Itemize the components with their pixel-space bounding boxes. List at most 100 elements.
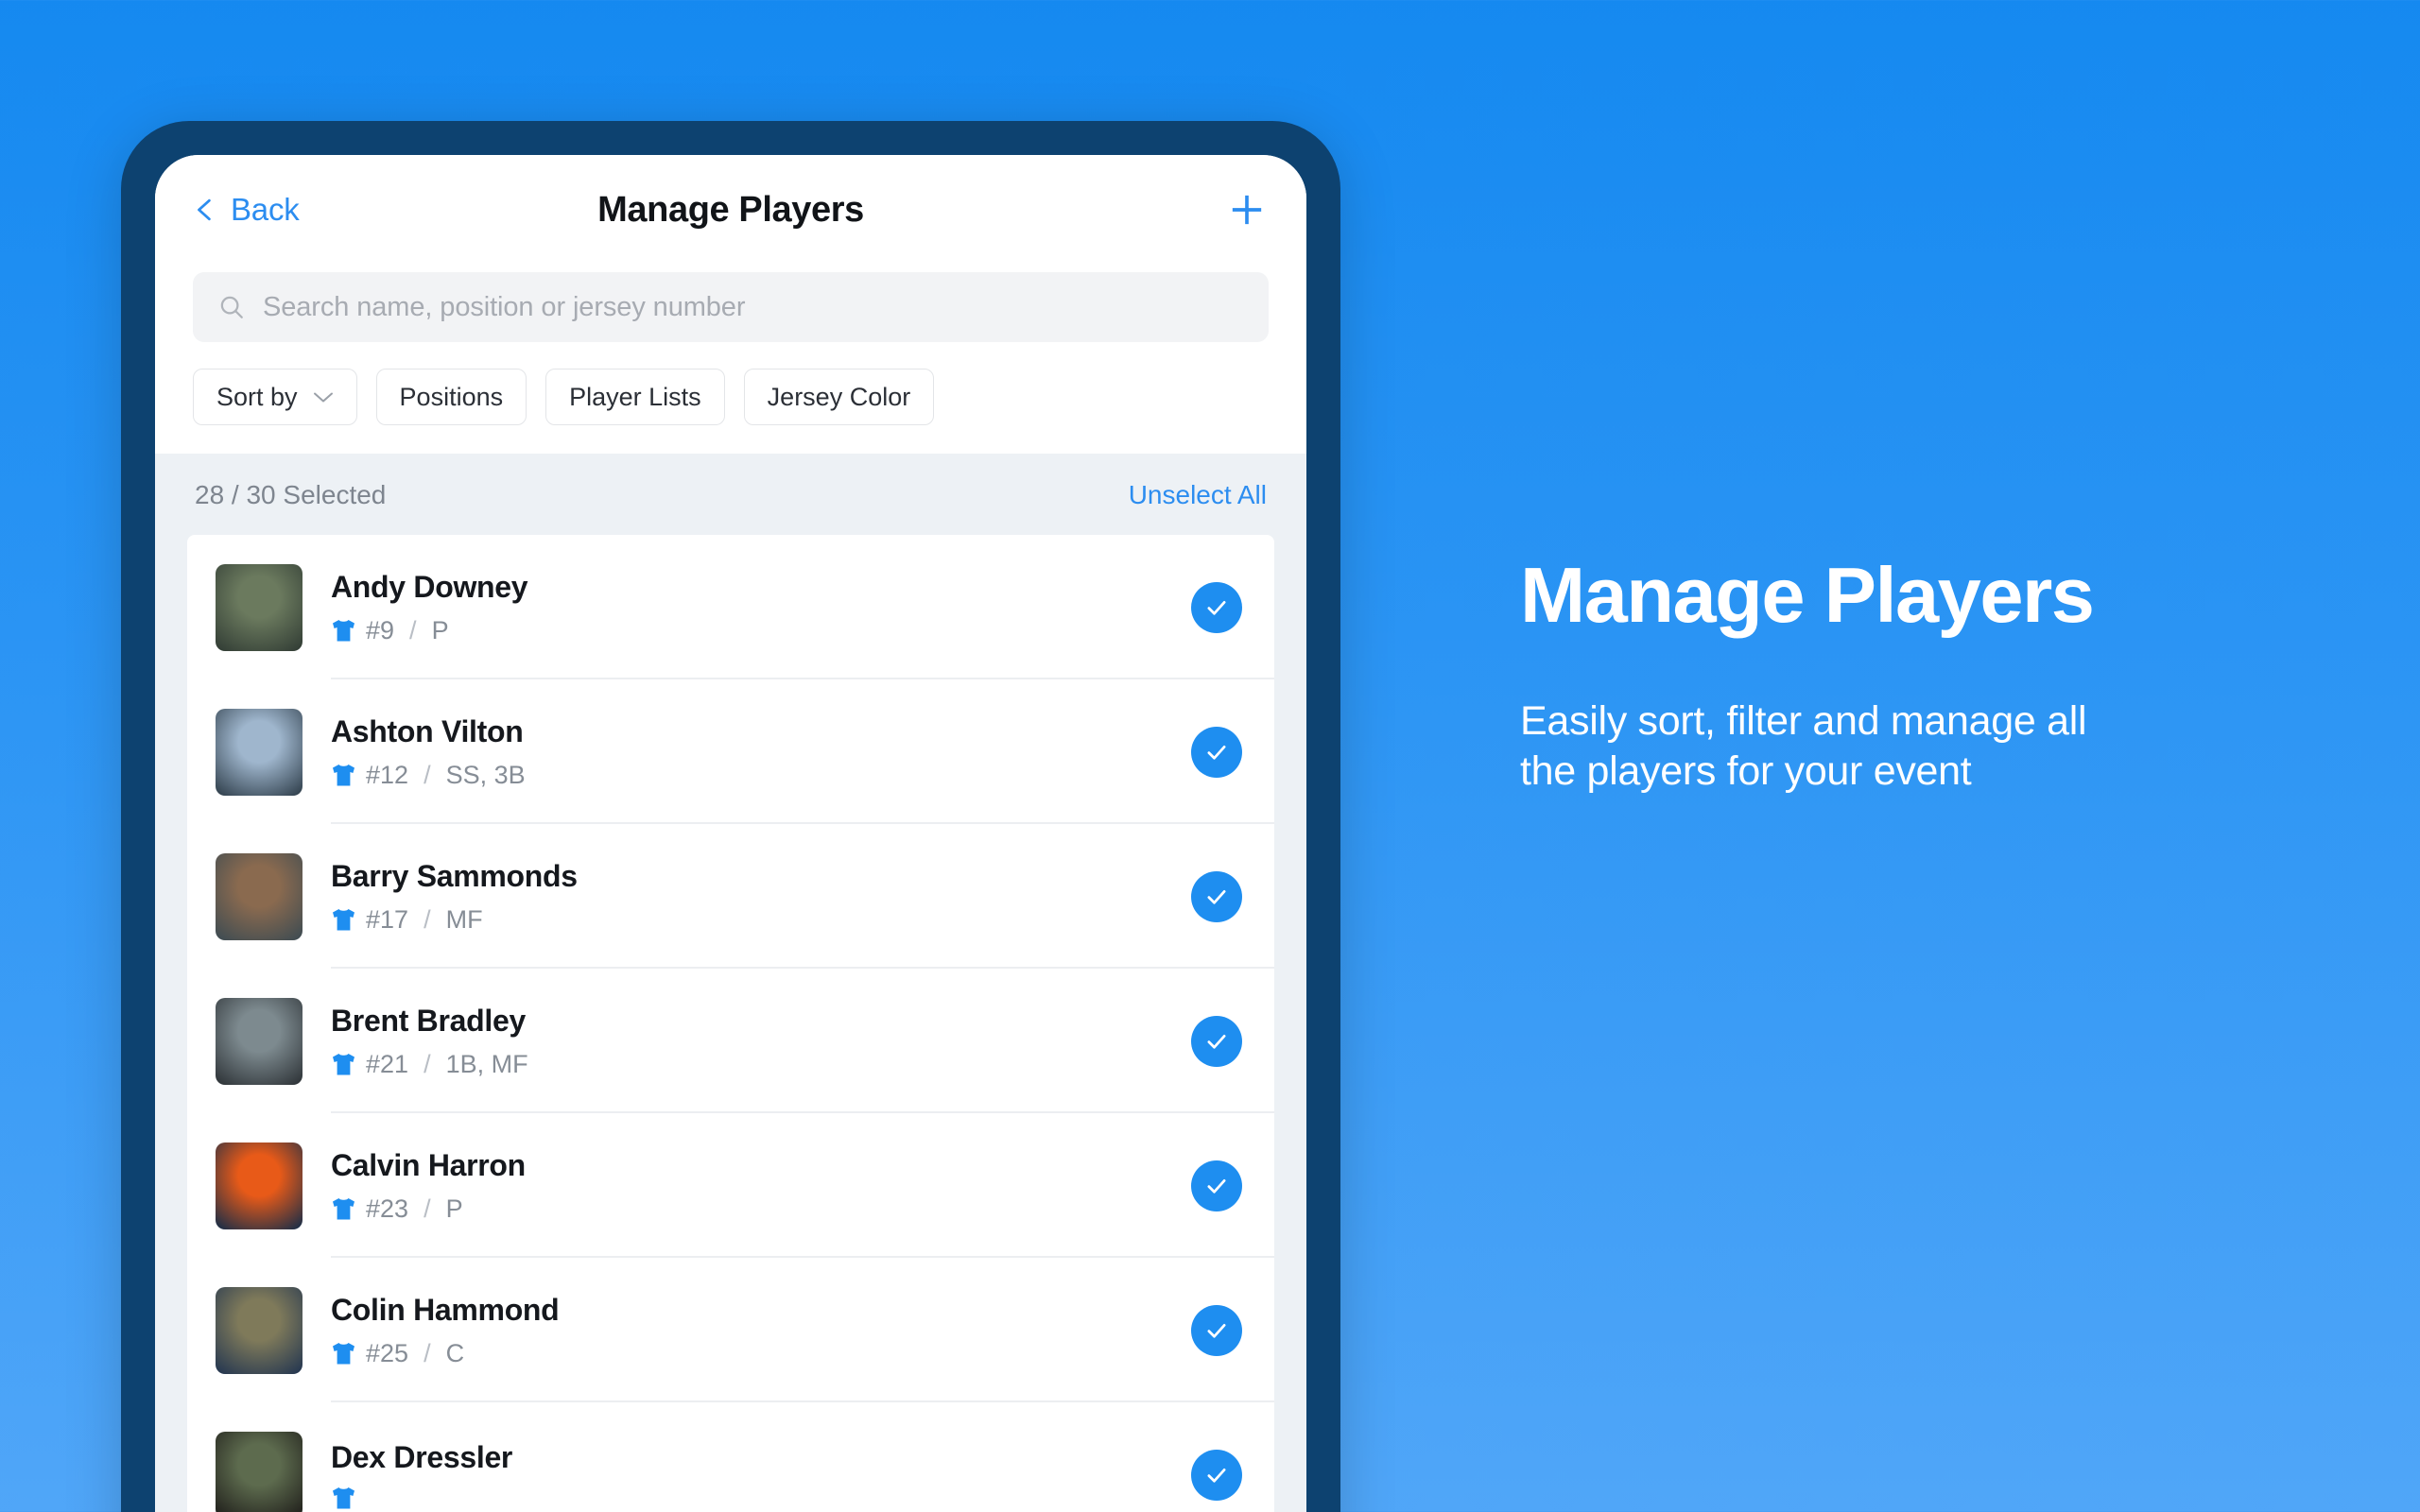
player-meta: #9 / P (331, 616, 1191, 645)
check-icon (1207, 745, 1226, 760)
player-name: Andy Downey (331, 569, 528, 604)
player-row[interactable]: Brent Bradley #21 / 1B, MF (187, 969, 1274, 1113)
player-list-area: 28 / 30 Selected Unselect All Andy Downe… (155, 454, 1306, 1512)
filter-chip-sort-by[interactable]: Sort by (193, 369, 357, 425)
player-meta (331, 1486, 1191, 1510)
avatar (216, 997, 302, 1085)
filter-chip-label: Positions (399, 382, 504, 411)
jersey-icon (333, 764, 354, 785)
player-name: Barry Sammonds (331, 858, 578, 893)
meta-separator: / (409, 615, 417, 644)
check-icon (1207, 1468, 1226, 1483)
meta-separator: / (424, 1194, 431, 1223)
player-row[interactable]: Ashton Vilton #12 / SS, 3B (187, 679, 1274, 824)
player-row[interactable]: Calvin Harron #23 / P (187, 1113, 1274, 1258)
jersey-icon (333, 619, 354, 641)
avatar (216, 1286, 302, 1374)
player-info: Brent Bradley #21 / 1B, MF (331, 1004, 1191, 1079)
meta-separator: / (424, 760, 431, 789)
add-player-button[interactable] (1225, 188, 1269, 232)
jersey-icon (333, 1053, 354, 1074)
jersey-icon (333, 1342, 354, 1364)
check-icon (1207, 600, 1226, 615)
jersey-icon (333, 1486, 354, 1508)
promo-subtitle: Easily sort, filter and manage all the p… (1520, 698, 2087, 795)
check-icon (1207, 889, 1226, 904)
player-jersey: #21 (366, 1049, 409, 1078)
chevron-left-icon (198, 198, 211, 221)
player-positions: MF (445, 904, 483, 934)
check-icon (1207, 1178, 1226, 1194)
filter-chip-label: Sort by (216, 382, 298, 411)
player-select-toggle[interactable] (1191, 1449, 1242, 1501)
player-select-toggle[interactable] (1191, 870, 1242, 922)
phone-frame: Back Manage Players Search name, positio… (121, 121, 1340, 1512)
unselect-all-button[interactable]: Unselect All (1129, 480, 1267, 510)
player-meta: #23 / P (331, 1194, 1191, 1224)
player-info: Barry Sammonds #17 / MF (331, 859, 1191, 935)
player-meta: #17 / MF (331, 905, 1191, 935)
search-section: Search name, position or jersey number (155, 265, 1306, 342)
player-select-toggle[interactable] (1191, 1160, 1242, 1211)
player-jersey: #25 (366, 1338, 409, 1367)
player-info: Andy Downey #9 / P (331, 570, 1191, 645)
player-positions: C (445, 1338, 465, 1367)
player-name: Colin Hammond (331, 1292, 560, 1327)
nav-bar: Back Manage Players (155, 155, 1306, 265)
promo-panel: Manage Players Easily sort, filter and m… (1520, 556, 2305, 798)
phone-screen: Back Manage Players Search name, positio… (155, 155, 1306, 1512)
check-icon (1207, 1323, 1226, 1338)
player-jersey: #12 (366, 760, 409, 789)
search-icon (220, 296, 243, 318)
player-list: Andy Downey #9 / P Ashton Vilton #12 / S… (187, 535, 1274, 1512)
search-input[interactable]: Search name, position or jersey number (193, 272, 1269, 342)
player-positions: P (431, 615, 449, 644)
player-name: Calvin Harron (331, 1147, 526, 1182)
avatar (216, 708, 302, 796)
filter-chip-jersey-color[interactable]: Jersey Color (743, 369, 935, 425)
player-row[interactable]: Dex Dressler (187, 1402, 1274, 1512)
player-row[interactable]: Andy Downey #9 / P (187, 535, 1274, 679)
filter-chip-positions[interactable]: Positions (375, 369, 527, 425)
meta-separator: / (424, 904, 431, 934)
meta-separator: / (424, 1338, 431, 1367)
player-name: Dex Dressler (331, 1439, 513, 1474)
player-info: Calvin Harron #23 / P (331, 1148, 1191, 1224)
filter-chips-row: Sort by Positions Player Lists Jersey Co… (155, 342, 1306, 454)
player-meta: #25 / C (331, 1339, 1191, 1368)
player-meta: #12 / SS, 3B (331, 761, 1191, 790)
player-info: Dex Dressler (331, 1440, 1191, 1510)
meta-separator: / (424, 1049, 431, 1078)
player-jersey: #9 (366, 615, 395, 644)
avatar (216, 1142, 302, 1229)
player-positions: P (445, 1194, 463, 1223)
search-placeholder: Search name, position or jersey number (263, 291, 746, 322)
promo-title: Manage Players (1520, 551, 2095, 639)
player-row[interactable]: Colin Hammond #25 / C (187, 1258, 1274, 1402)
back-label: Back (231, 192, 300, 227)
player-select-toggle[interactable] (1191, 726, 1242, 778)
player-select-toggle[interactable] (1191, 1015, 1242, 1067)
player-positions: 1B, MF (445, 1049, 528, 1078)
player-select-toggle[interactable] (1191, 581, 1242, 633)
check-icon (1207, 1034, 1226, 1049)
player-info: Ashton Vilton #12 / SS, 3B (331, 714, 1191, 790)
filter-chip-label: Jersey Color (767, 382, 911, 411)
page-title: Manage Players (597, 189, 864, 230)
player-select-toggle[interactable] (1191, 1304, 1242, 1356)
filter-chip-label: Player Lists (569, 382, 701, 411)
selection-count-label: 28 / 30 Selected (195, 480, 387, 509)
player-jersey: #17 (366, 904, 409, 934)
selection-bar: 28 / 30 Selected Unselect All (155, 454, 1306, 535)
filter-chip-player-lists[interactable]: Player Lists (545, 369, 725, 425)
player-jersey: #23 (366, 1194, 409, 1223)
avatar (216, 852, 302, 940)
jersey-icon (333, 908, 354, 930)
player-meta: #21 / 1B, MF (331, 1050, 1191, 1079)
player-name: Ashton Vilton (331, 713, 524, 748)
player-row[interactable]: Barry Sammonds #17 / MF (187, 824, 1274, 969)
chevron-down-icon (313, 392, 333, 402)
avatar (216, 563, 302, 651)
back-button[interactable]: Back (193, 192, 300, 228)
player-info: Colin Hammond #25 / C (331, 1293, 1191, 1368)
